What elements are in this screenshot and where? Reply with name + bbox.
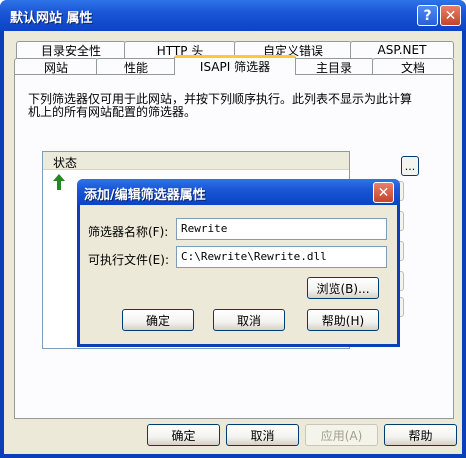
filter-name-label: 筛选器名称(F):: [88, 225, 169, 239]
column-status[interactable]: 状态: [53, 154, 77, 171]
browse-button[interactable]: 浏览(B)...: [307, 277, 379, 299]
dialog-title-bar[interactable]: 添加/编辑筛选器属性 ✕: [77, 179, 400, 205]
cancel-button[interactable]: 取消: [226, 424, 299, 446]
green-up-arrow-icon: [53, 174, 65, 190]
help-button[interactable]: ?: [417, 5, 438, 26]
tab-aspnet[interactable]: ASP.NET: [350, 41, 454, 58]
list-header[interactable]: 状态: [43, 152, 349, 170]
tab-home-directory[interactable]: 主目录: [294, 58, 374, 75]
more-button[interactable]: ...: [401, 156, 419, 176]
dialog-close-button[interactable]: ✕: [373, 182, 394, 203]
dialog-help-button[interactable]: 帮助(H): [307, 309, 379, 331]
properties-window: 默认网站 属性 ? ✕ 目录安全性 HTTP 头 自定义错误 ASP.NET 网…: [0, 0, 466, 458]
close-button[interactable]: ✕: [440, 5, 461, 26]
window-title: 默认网站 属性: [10, 11, 93, 26]
description-line-2: 机上的所有网站配置的筛选器。: [28, 105, 197, 119]
executable-label: 可执行文件(E):: [88, 253, 169, 267]
dialog-cancel-button[interactable]: 取消: [213, 309, 285, 331]
dialog-title: 添加/编辑筛选器属性: [84, 188, 206, 203]
edit-filter-dialog: 添加/编辑筛选器属性 ✕ 筛选器名称(F): Rewrite 可执行文件(E):…: [77, 179, 400, 347]
tab-documents[interactable]: 文档: [372, 58, 454, 75]
dialog-body: 筛选器名称(F): Rewrite 可执行文件(E): C:\Rewrite\R…: [80, 205, 397, 344]
tab-performance[interactable]: 性能: [96, 58, 176, 75]
window-client: 目录安全性 HTTP 头 自定义错误 ASP.NET 网站 性能 ISAPI 筛…: [4, 31, 462, 454]
tab-website[interactable]: 网站: [14, 58, 98, 75]
help-footer-button[interactable]: 帮助: [384, 424, 457, 446]
filters-description: 下列筛选器仅可用于此网站，并按下列顺序执行。此列表不显示为此计算 机上的所有网站…: [28, 93, 428, 119]
executable-field[interactable]: C:\Rewrite\Rewrite.dll: [176, 246, 387, 268]
tab-directory-security[interactable]: 目录安全性: [16, 41, 126, 58]
filter-name-field[interactable]: Rewrite: [176, 218, 387, 240]
title-bar[interactable]: 默认网站 属性 ? ✕: [0, 0, 466, 31]
ok-button[interactable]: 确定: [147, 424, 220, 446]
apply-button[interactable]: 应用(A): [305, 424, 378, 446]
tab-isapi-filters[interactable]: ISAPI 筛选器: [174, 55, 296, 75]
dialog-ok-button[interactable]: 确定: [122, 309, 194, 331]
